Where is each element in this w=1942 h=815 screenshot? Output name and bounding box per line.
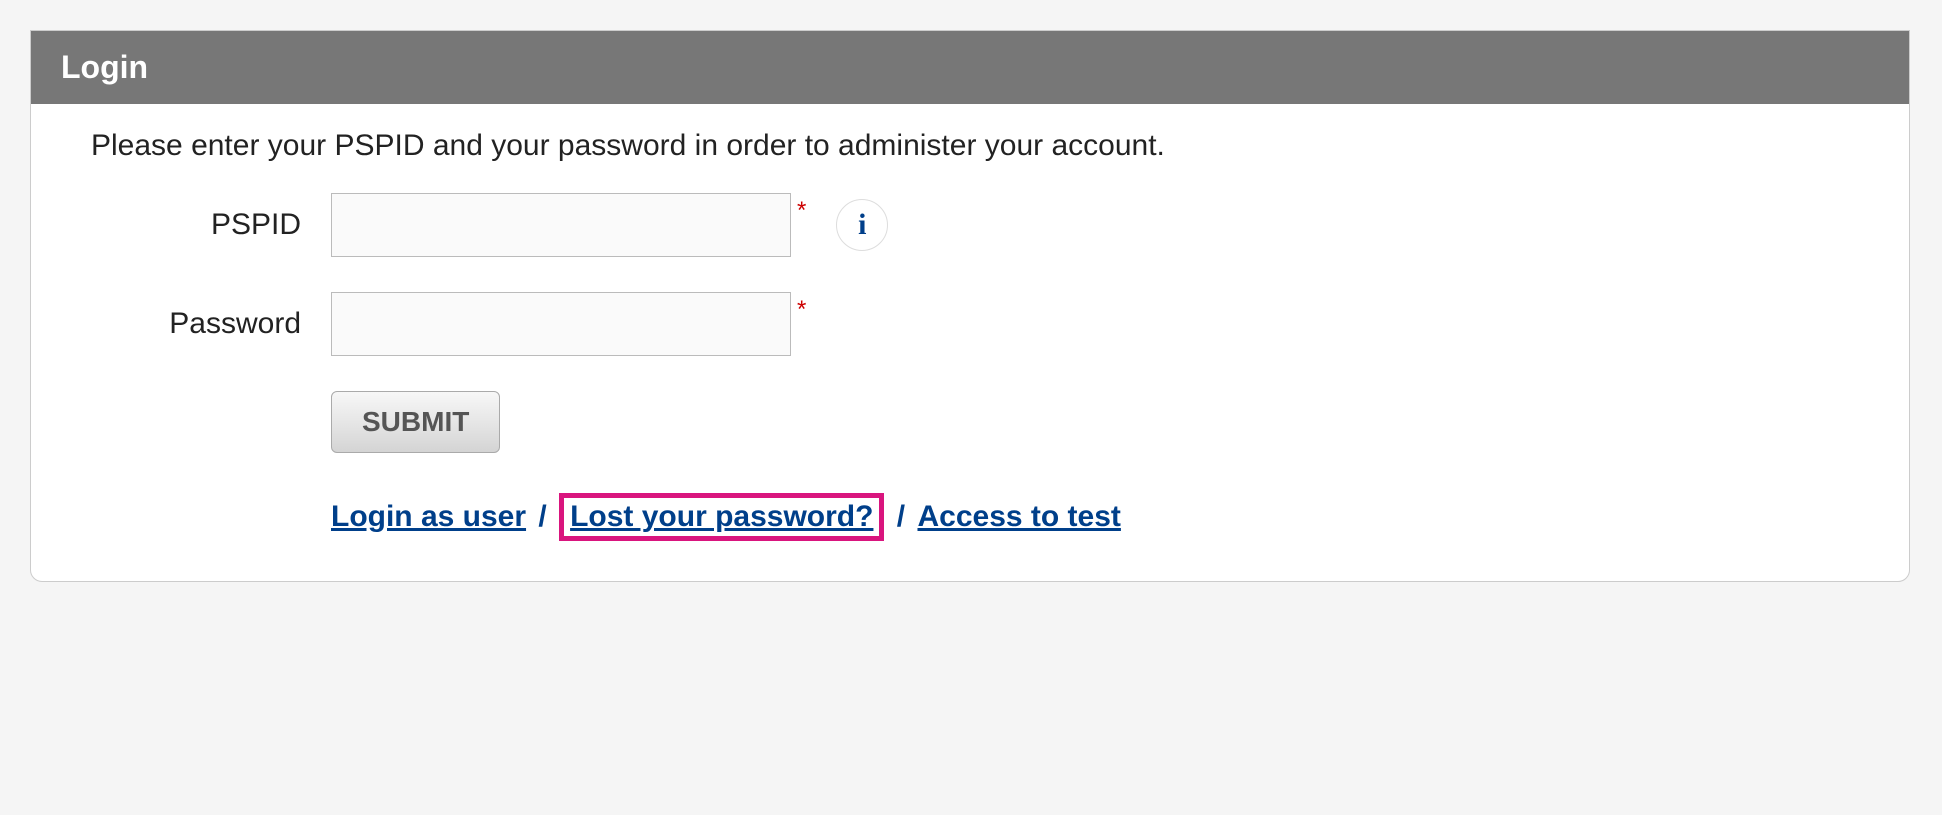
separator: /	[538, 500, 546, 533]
access-to-test-link[interactable]: Access to test	[917, 500, 1120, 533]
pspid-label: PSPID	[91, 208, 331, 242]
login-panel: Login Please enter your PSPID and your p…	[30, 30, 1910, 582]
info-icon[interactable]: i	[836, 199, 888, 251]
required-asterisk: *	[797, 296, 806, 324]
password-row: Password *	[91, 292, 1849, 356]
pspid-input[interactable]	[331, 193, 791, 257]
lost-password-link[interactable]: Lost your password?	[570, 500, 873, 533]
instruction-text: Please enter your PSPID and your passwor…	[91, 129, 1849, 163]
links-row: Login as user / Lost your password? / Ac…	[91, 493, 1849, 541]
login-as-user-link[interactable]: Login as user	[331, 500, 526, 533]
required-asterisk: *	[797, 197, 806, 225]
panel-body: Please enter your PSPID and your passwor…	[31, 104, 1909, 581]
pspid-row: PSPID * i	[91, 193, 1849, 257]
separator: /	[897, 500, 905, 533]
panel-title: Login	[31, 31, 1909, 104]
password-label: Password	[91, 307, 331, 341]
submit-button[interactable]: SUBMIT	[331, 391, 500, 453]
lost-password-highlight: Lost your password?	[559, 493, 884, 541]
submit-row: SUBMIT	[91, 391, 1849, 453]
password-input[interactable]	[331, 292, 791, 356]
